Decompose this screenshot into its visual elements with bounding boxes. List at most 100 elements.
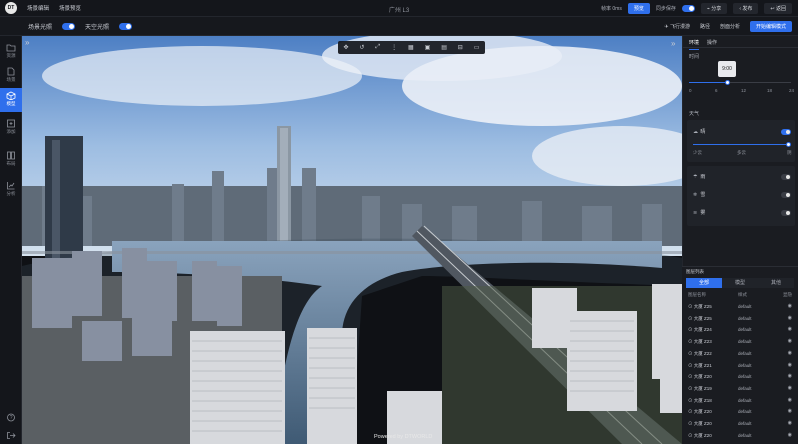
column-visibility: 显隐 — [783, 292, 792, 297]
sidebar-item-layout[interactable]: 布局 — [0, 148, 22, 172]
rotate-tool-icon[interactable]: ↺ — [359, 44, 364, 51]
menu-scene-preview[interactable]: 场景预览 — [59, 4, 81, 12]
layers-tool-icon[interactable]: ▤ — [441, 44, 447, 51]
tick-label: 12 — [741, 88, 747, 93]
layer-row[interactable]: ⊙ 大厦 Z20 default ◉ — [686, 419, 794, 430]
eye-icon[interactable]: ◉ — [788, 350, 792, 356]
weather-fog-toggle[interactable] — [781, 210, 791, 216]
eye-icon[interactable]: ◉ — [788, 315, 792, 321]
sidebar-item-analysis[interactable]: 分析 — [0, 178, 22, 202]
sidebar-item-scene[interactable]: 场景 — [0, 64, 22, 88]
tab-all-layers[interactable]: 全部 — [686, 278, 722, 288]
weather-snow-toggle[interactable] — [781, 192, 791, 198]
layer-style: default — [738, 385, 752, 391]
tab-operation[interactable]: 操作 — [707, 39, 717, 46]
publish-button[interactable]: ‹ 发布 — [733, 3, 759, 14]
share-button[interactable]: ⌁ 分享 — [700, 3, 728, 14]
layer-style: default — [738, 304, 752, 309]
preview-button[interactable]: 预览 — [627, 3, 650, 14]
publish-label: 发布 — [742, 6, 753, 12]
sidebar-item-help[interactable]: ? — [0, 410, 22, 424]
scale-tool-icon[interactable]: ⤢ — [375, 44, 380, 51]
eye-icon[interactable]: ◉ — [788, 397, 792, 403]
collapse-right-panel-icon[interactable]: » — [671, 39, 675, 48]
eye-icon[interactable]: ◉ — [788, 362, 792, 368]
column-name: 图层名称 — [688, 292, 706, 297]
powered-by-watermark: Powered by DTWORLD — [374, 434, 433, 440]
app-logo: DT — [5, 2, 17, 14]
eye-icon[interactable]: ◉ — [788, 338, 792, 344]
eye-icon[interactable]: ◉ — [788, 373, 792, 379]
eye-icon[interactable]: ◉ — [788, 326, 792, 332]
sidebar-item-add[interactable]: 添加 — [0, 116, 22, 140]
layer-name: ⊙ 大厦 Z24 — [688, 327, 712, 333]
sidebar-item-resources[interactable]: 资源 — [0, 40, 22, 64]
time-label: 时间 — [689, 54, 700, 60]
back-label: 返回 — [775, 6, 786, 12]
screen-tool-icon[interactable]: ▭ — [474, 44, 480, 51]
layer-row[interactable]: ⊙ 大厦 Z20 default ◉ — [686, 407, 794, 418]
layer-style: default — [738, 397, 752, 403]
add-icon — [7, 119, 15, 128]
city-scene-image — [22, 36, 682, 444]
time-slider-thumb[interactable] — [725, 80, 730, 85]
sidebar-label: 资源 — [6, 53, 16, 58]
layer-row[interactable]: ⊙ 大厦 Z21 default ◉ — [686, 361, 794, 372]
weather-sunny-toggle[interactable] — [781, 129, 791, 135]
section-analysis-button[interactable]: 剖面分析 — [720, 23, 740, 30]
rain-icon: ☂ — [693, 174, 698, 180]
move-tool-icon[interactable]: ✥ — [343, 44, 348, 51]
select-tool-icon[interactable]: ▣ — [425, 44, 431, 51]
layer-row[interactable]: ⊙ 大厦 Z20 default ◉ — [686, 431, 794, 442]
layer-row[interactable]: ⊙ 大厦 Z20 default ◉ — [686, 372, 794, 383]
layer-row[interactable]: ⊙ 大厦 Z25 default ◉ — [686, 314, 794, 325]
scene-light-toggle[interactable] — [62, 23, 76, 30]
layer-row[interactable]: ⊙ 大厦 Z19 default ◉ — [686, 384, 794, 395]
fly-roam-button[interactable]: ✈ 飞行漫游 — [664, 23, 690, 30]
tick-label: 少云 — [693, 150, 702, 155]
tab-other-layers[interactable]: 其他 — [758, 278, 794, 288]
layer-name: ⊙ 大厦 Z21 — [688, 362, 712, 368]
svg-text:?: ? — [10, 415, 13, 421]
sidebar-item-exit[interactable] — [0, 428, 22, 442]
layer-name: ⊙ 大厦 Z25 — [688, 315, 712, 321]
layer-name: ⊙ 大厦 Z20 — [688, 409, 712, 415]
layer-name: ⊙ 大厦 Z23 — [688, 339, 712, 345]
sync-save-toggle[interactable] — [681, 5, 695, 12]
weather-rain-row: ☂ 雨 — [693, 173, 791, 183]
weather-fog-label: 雾 — [700, 210, 706, 216]
layer-row[interactable]: ⊙ 大厦 Z25 default ◉ — [686, 302, 794, 313]
tab-model-layers[interactable]: 模型 — [722, 278, 758, 288]
layer-style: default — [738, 409, 752, 415]
collapse-left-panel-icon[interactable]: » — [25, 38, 29, 47]
menu-scene-edit[interactable]: 场景编辑 — [27, 4, 49, 12]
sidebar-item-model[interactable]: 模型 — [0, 88, 22, 112]
cube-icon — [6, 91, 16, 100]
tick-label: 6 — [715, 88, 718, 93]
layer-row[interactable]: ⊙ 大厦 Z18 default ◉ — [686, 396, 794, 407]
3d-viewport[interactable] — [22, 36, 682, 444]
tab-environment[interactable]: 环境 — [689, 39, 700, 50]
sky-light-toggle[interactable] — [119, 23, 133, 30]
left-sidebar: 资源 场景 模型 添加 布局 分析 ? — [0, 36, 22, 444]
cloud-slider-thumb[interactable] — [786, 142, 791, 147]
eye-icon[interactable]: ◉ — [788, 303, 792, 309]
weather-label: 天气 — [689, 111, 700, 117]
eye-icon[interactable]: ◉ — [788, 385, 792, 391]
back-button[interactable]: ↩ 返回 — [764, 3, 792, 14]
layer-row[interactable]: ⊙ 大厦 Z22 default ◉ — [686, 349, 794, 360]
layer-style: default — [738, 350, 752, 356]
eye-icon[interactable]: ◉ — [788, 420, 792, 426]
tick-label: 18 — [767, 88, 773, 93]
measure-tool-icon[interactable]: ⊟ — [458, 44, 463, 51]
path-button[interactable]: 路径 — [700, 23, 710, 30]
tick-label: 多云 — [737, 150, 746, 155]
layer-row[interactable]: ⊙ 大厦 Z24 default ◉ — [686, 325, 794, 336]
grid-tool-icon[interactable]: ▦ — [408, 44, 414, 51]
eye-icon[interactable]: ◉ — [788, 432, 792, 438]
layer-style: default — [738, 432, 752, 438]
eye-icon[interactable]: ◉ — [788, 408, 792, 414]
start-edit-button[interactable]: 开始编辑模式 — [749, 21, 792, 32]
weather-rain-toggle[interactable] — [781, 174, 791, 180]
layer-row[interactable]: ⊙ 大厦 Z23 default ◉ — [686, 337, 794, 348]
